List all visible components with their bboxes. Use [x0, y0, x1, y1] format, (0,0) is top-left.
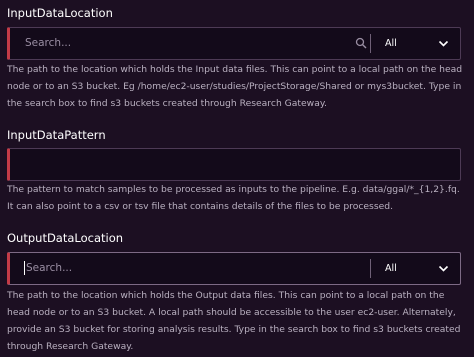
separator [370, 34, 371, 53]
separator [370, 259, 371, 278]
output-data-location-scope-select[interactable]: All [385, 253, 397, 284]
chevron-down-icon[interactable] [438, 263, 449, 274]
input-data-pattern-field[interactable] [7, 148, 461, 181]
search-icon[interactable] [355, 37, 367, 49]
output-data-location-label: OutputDataLocation [7, 231, 124, 245]
input-data-location-field[interactable]: Search... All [7, 27, 461, 60]
input-data-location-help: The path to the location which holds the… [7, 64, 463, 109]
input-data-pattern-help: The pattern to match samples to be proce… [7, 184, 460, 212]
input-data-location-scope-select[interactable]: All [385, 28, 397, 59]
output-data-location-help: The path to the location which holds the… [7, 290, 461, 352]
input-data-pattern-label: InputDataPattern [7, 128, 106, 142]
input-data-location-search[interactable]: Search... [25, 28, 71, 59]
output-data-location-search[interactable]: Search... [24, 261, 72, 275]
output-data-location-field[interactable]: Search... All [7, 252, 461, 285]
input-data-location-label: InputDataLocation [7, 6, 113, 20]
chevron-down-icon[interactable] [438, 38, 449, 49]
